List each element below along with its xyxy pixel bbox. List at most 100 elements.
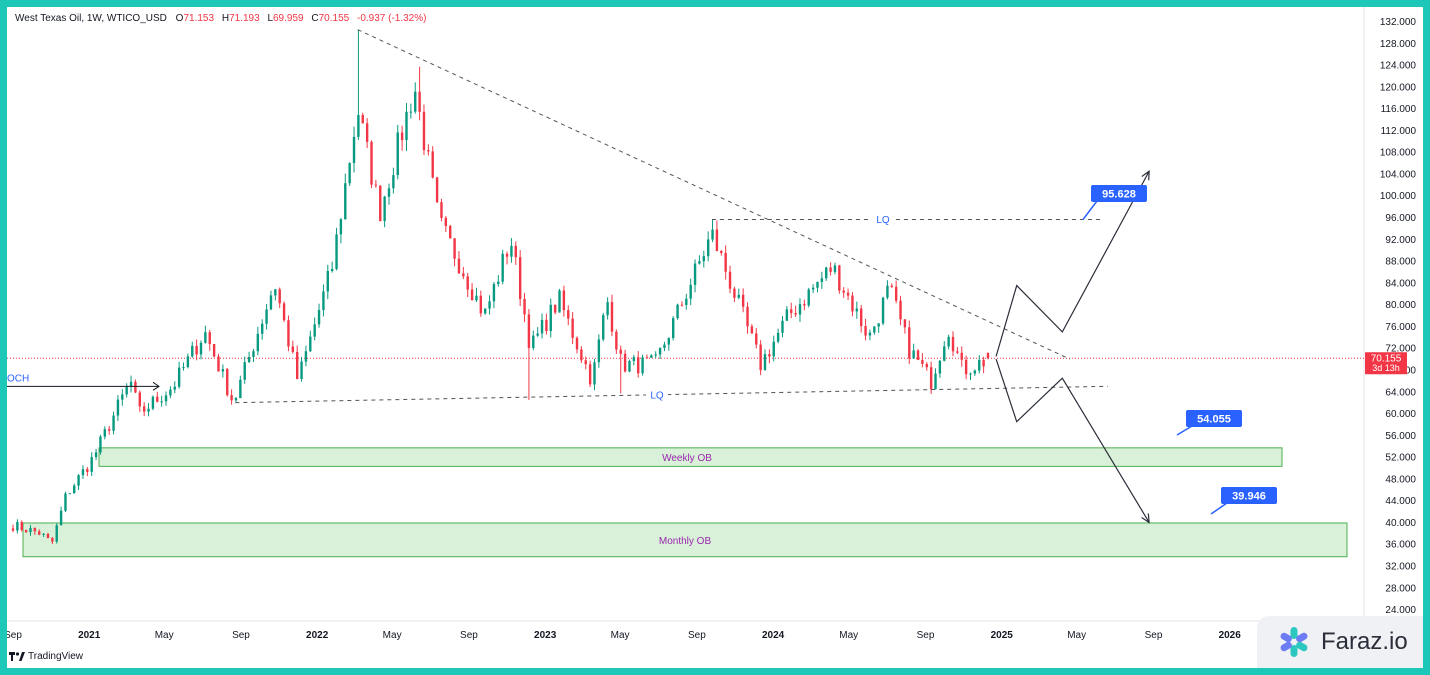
ohlc-low-value: 69.959 <box>273 13 304 24</box>
candle-body <box>899 300 902 320</box>
candle-body <box>715 229 719 251</box>
candle-body <box>379 185 382 222</box>
candle-body <box>759 344 762 371</box>
price-chart[interactable]: Weekly OB Monthly OB OCH LQ LQ 95.628 54… <box>7 7 1423 668</box>
candle-body <box>199 342 203 355</box>
candle-body <box>671 318 675 339</box>
candle-body <box>851 295 854 312</box>
candle-body <box>540 319 544 334</box>
candle-body <box>497 281 500 285</box>
y-tick-label: 24.000 <box>1385 605 1416 616</box>
candle-body <box>873 326 876 333</box>
candle-body <box>816 281 819 288</box>
y-tick-label: 56.000 <box>1385 431 1416 442</box>
candle-body <box>903 319 907 328</box>
y-tick-label: 124.000 <box>1380 61 1417 72</box>
candle-body <box>772 341 775 357</box>
candle-body <box>785 309 789 321</box>
ohlc-high-value: 71.193 <box>229 13 260 24</box>
candle-body <box>689 284 692 299</box>
ohlc-high-label: H <box>222 13 229 24</box>
candle-body <box>580 349 583 361</box>
candle-body <box>881 297 885 324</box>
candle-body <box>890 285 893 287</box>
candle-body <box>462 273 465 277</box>
chart-frame: Weekly OB Monthly OB OCH LQ LQ 95.628 54… <box>7 7 1423 668</box>
candle-body <box>20 521 23 531</box>
candles-group <box>11 29 990 545</box>
candle-body <box>523 298 526 315</box>
candle-body <box>676 304 679 319</box>
ohlc-open-value: 71.153 <box>183 13 214 24</box>
candle-body <box>317 310 321 325</box>
candle-body <box>383 196 386 222</box>
monthly-ob-label: Monthly OB <box>659 536 712 547</box>
candle-body <box>418 91 421 112</box>
candle-body <box>505 253 509 257</box>
candle-body <box>567 310 570 319</box>
candle-body <box>212 344 216 357</box>
x-tick-label: May <box>155 630 174 641</box>
candle-body <box>453 238 456 259</box>
candle-body <box>641 357 644 374</box>
candle-body <box>978 359 981 371</box>
candle-body <box>269 295 273 310</box>
candle-body <box>553 304 557 313</box>
candle-body <box>195 345 198 355</box>
tradingview-logo-icon <box>9 651 25 661</box>
y-axis-ticks[interactable]: 132.000 128.000 124.000 120.000 116.000 112.0… <box>1380 17 1417 616</box>
candle-body <box>261 323 264 334</box>
candle-body <box>667 338 671 345</box>
candle-body <box>916 350 920 360</box>
candle-body <box>820 278 824 282</box>
candle-body <box>68 493 72 495</box>
candle-body <box>326 270 329 292</box>
candle-body <box>706 239 710 257</box>
candle-body <box>59 510 63 526</box>
candle-body <box>969 373 972 375</box>
target-callout-1[interactable]: 95.628 <box>1082 185 1147 220</box>
x-tick-label: 2025 <box>991 630 1014 641</box>
candle-body <box>645 357 649 359</box>
candle-body <box>243 362 246 380</box>
candle-body <box>501 253 504 282</box>
target-callout-3[interactable]: 39.946 <box>1210 487 1277 515</box>
candle-body <box>400 132 404 141</box>
target-callout-2[interactable]: 54.055 <box>1176 410 1242 436</box>
x-axis-ticks[interactable]: Sep 2021 May Sep 2022 May Sep 2023 May Sep 2024 May… <box>7 630 1241 641</box>
candle-body <box>602 315 605 340</box>
tradingview-label: TradingView <box>28 651 84 662</box>
candle-body <box>973 370 977 374</box>
candle-body <box>112 415 115 431</box>
candle-body <box>619 349 622 354</box>
projection-paths-group <box>995 170 1150 524</box>
candle-body <box>217 356 220 372</box>
candle-body <box>77 475 80 486</box>
candle-body <box>186 356 190 368</box>
candle-body <box>859 308 863 327</box>
y-tick-label: 96.000 <box>1385 213 1416 224</box>
x-tick-label: Sep <box>1145 630 1163 641</box>
x-tick-label: Sep <box>917 630 935 641</box>
y-tick-label: 132.000 <box>1380 17 1417 28</box>
candle-body <box>518 257 522 299</box>
candle-body <box>274 289 277 296</box>
price-badge: 70.155 3d 13h <box>1365 352 1407 375</box>
candle-body <box>94 452 98 458</box>
candle-body <box>803 304 806 306</box>
candle-body <box>73 485 76 494</box>
symbol-title: West Texas Oil, 1W, WTICO_USD <box>15 13 167 24</box>
candle-body <box>335 234 338 269</box>
candle-body <box>90 457 93 472</box>
candle-body <box>929 367 933 390</box>
y-tick-label: 48.000 <box>1385 474 1416 485</box>
candle-body <box>527 314 531 348</box>
candle-body <box>663 344 666 348</box>
candle-body <box>536 333 539 336</box>
candle-body <box>750 326 754 334</box>
faraz-logo-icon <box>1280 627 1308 657</box>
candle-body <box>637 357 640 374</box>
weekly-ob-label: Weekly OB <box>662 453 712 464</box>
candle-body <box>728 271 732 289</box>
candle-body <box>610 302 614 332</box>
